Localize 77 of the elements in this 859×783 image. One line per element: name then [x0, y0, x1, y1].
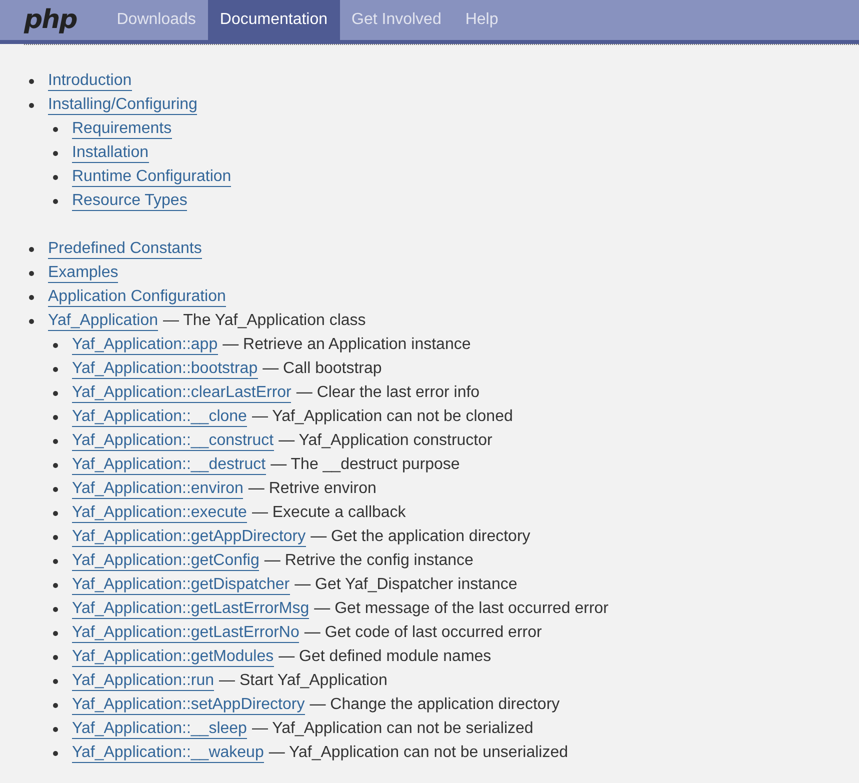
toc-link[interactable]: Yaf_Application::getLastErrorNo [72, 623, 300, 643]
toc-link[interactable]: Yaf_Application::getDispatcher [72, 575, 290, 595]
bullet-icon [53, 366, 58, 372]
toc-description: — Yaf_Application can not be unserialized [268, 744, 568, 762]
bullet-icon [53, 678, 58, 684]
bullet-icon [29, 78, 34, 84]
toc-description: — Yaf_Application can not be serialized [252, 720, 534, 738]
bullet-icon [53, 414, 58, 420]
toc-description: — Clear the last error info [296, 384, 480, 402]
bullet-icon [53, 630, 58, 636]
bullet-icon [53, 150, 58, 156]
toc-link[interactable]: Examples [48, 263, 118, 283]
toc-description: — Get code of last occurred error [304, 624, 542, 642]
toc-description: — Execute a callback [252, 504, 406, 522]
bullet-icon [53, 750, 58, 756]
toc-link[interactable]: Yaf_Application::app [72, 335, 218, 355]
bullet-icon [53, 654, 58, 660]
bullet-icon [53, 342, 58, 348]
toc-link[interactable]: Yaf_Application::execute [72, 503, 247, 523]
bullet-icon [29, 270, 34, 276]
toc-link[interactable]: Introduction [48, 71, 132, 91]
bullet-icon [53, 510, 58, 516]
bullet-icon [29, 294, 34, 300]
bullet-icon [53, 198, 58, 204]
toc-link[interactable]: Yaf_Application::getAppDirectory [72, 527, 306, 547]
toc-link[interactable]: Yaf_Application::__wakeup [72, 743, 264, 763]
bullet-icon [53, 606, 58, 612]
nav-tab[interactable]: Documentation [208, 0, 340, 40]
toc-description: — Retrieve an Application instance [222, 336, 471, 354]
bullet-icon [53, 438, 58, 444]
bullet-icon [29, 318, 34, 324]
toc-description: — Change the application directory [310, 696, 560, 714]
toc-link[interactable]: Yaf_Application::getLastErrorMsg [72, 599, 310, 619]
site-logo[interactable]: php [0, 0, 105, 40]
toc-link[interactable]: Installation [72, 143, 148, 163]
toc-link[interactable]: Yaf_Application::bootstrap [72, 359, 258, 379]
bullet-icon [53, 486, 58, 492]
toc-link[interactable]: Predefined Constants [48, 239, 202, 259]
toc-description: — Retrive environ [248, 480, 376, 498]
toc-link[interactable]: Installing/Configuring [48, 95, 198, 115]
toc-description: — Get message of the last occurred error [314, 600, 608, 618]
toc-description: — The __destruct purpose [270, 456, 460, 474]
toc-link[interactable]: Application Configuration [48, 287, 226, 307]
toc-link[interactable]: Yaf_Application::setAppDirectory [72, 695, 305, 715]
bullet-icon [53, 558, 58, 564]
toc-description: — Get the application directory [310, 528, 530, 546]
toc-link[interactable]: Yaf_Application::getModules [72, 647, 274, 667]
toc-link[interactable]: Runtime Configuration [72, 167, 232, 187]
toc-link[interactable]: Yaf_Application::run [72, 671, 214, 691]
toc-description: — Yaf_Application constructor [278, 432, 492, 450]
bullet-icon [53, 726, 58, 732]
bullet-icon [53, 462, 58, 468]
bullet-icon [29, 246, 34, 252]
toc-description: — Yaf_Application can not be cloned [252, 408, 513, 426]
toc-description: — Get defined module names [278, 648, 492, 666]
toc-link[interactable]: Yaf_Application::getConfig [72, 551, 260, 571]
toc-description: — Start Yaf_Application [219, 672, 388, 690]
toc-link[interactable]: Yaf_Application::__clone [72, 407, 247, 427]
toc-link[interactable]: Resource Types [72, 191, 188, 211]
bullet-icon [53, 534, 58, 540]
toc-link[interactable]: Requirements [72, 119, 172, 139]
toc-description: — Call bootstrap [262, 360, 382, 378]
bullet-icon [53, 702, 58, 708]
toc-description: — Retrive the config instance [264, 552, 474, 570]
toc-link[interactable]: Yaf_Application [48, 311, 158, 331]
toc-link[interactable]: Yaf_Application::__sleep [72, 719, 247, 739]
bullet-icon [29, 102, 34, 108]
toc-link[interactable]: Yaf_Application::__construct [72, 431, 274, 451]
toc-link[interactable]: Yaf_Application::environ [72, 479, 244, 499]
toc-link[interactable]: Yaf_Application::clearLastError [72, 383, 292, 403]
bullet-icon [53, 582, 58, 588]
toc-description: — The Yaf_Application class [163, 312, 366, 330]
bullet-icon [53, 126, 58, 132]
toc-description: — Get Yaf_Dispatcher instance [294, 576, 518, 594]
bullet-icon [53, 390, 58, 396]
bullet-icon [53, 174, 58, 180]
toc-link[interactable]: Yaf_Application::__destruct [72, 455, 266, 475]
